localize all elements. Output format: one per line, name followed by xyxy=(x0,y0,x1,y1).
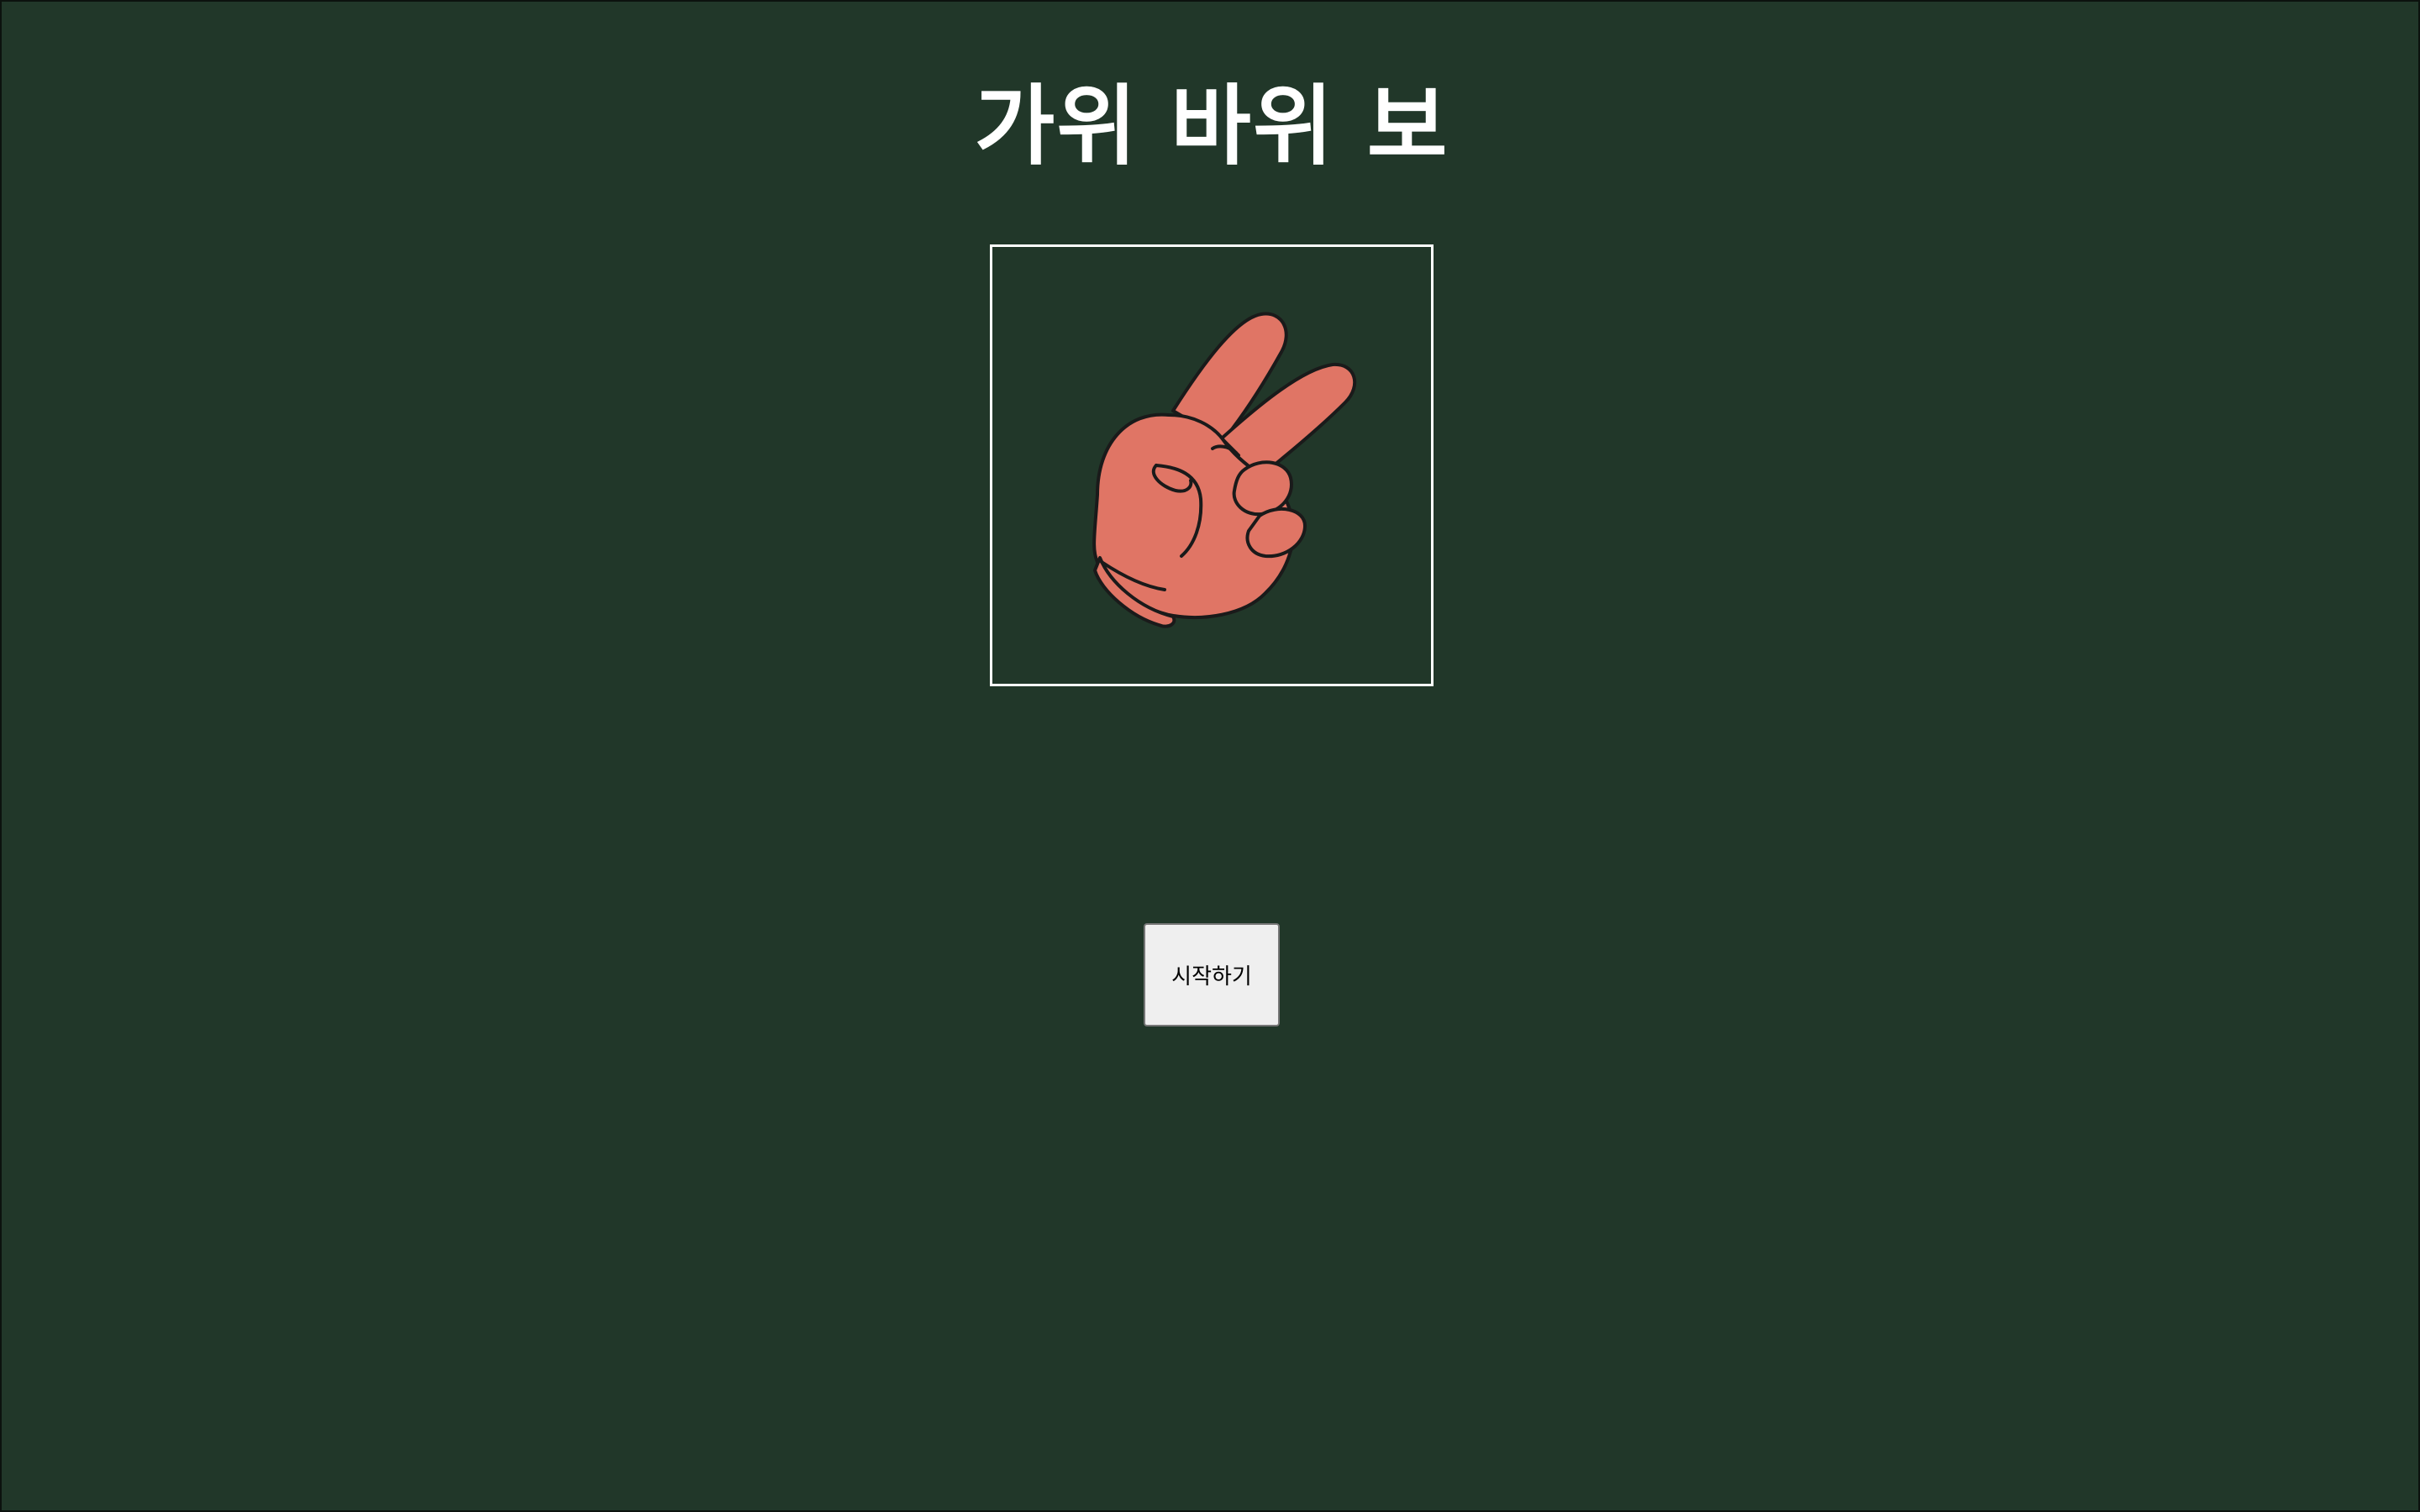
page-title: 가위 바위 보 xyxy=(974,75,1449,177)
scissors-hand-icon xyxy=(1092,312,1357,628)
hand-image-frame xyxy=(990,244,1434,686)
start-button[interactable]: 시작하기 xyxy=(1144,923,1280,1026)
game-screen: 가위 바위 보 시작하기 xyxy=(0,0,2420,1512)
